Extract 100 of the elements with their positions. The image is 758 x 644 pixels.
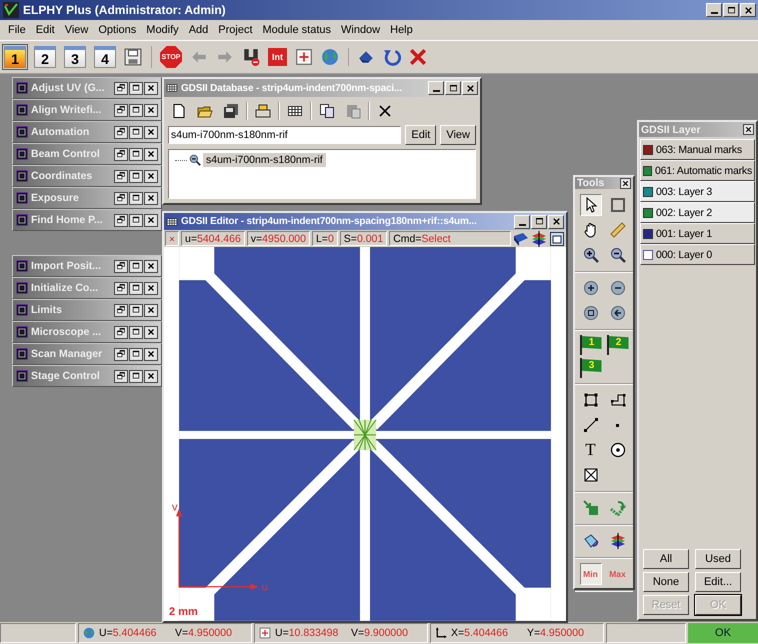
layout-button[interactable]: 1 [4,46,26,68]
text-tool[interactable]: T [580,439,602,461]
ruler-icon [610,222,626,238]
close-button[interactable] [144,148,158,160]
restore-button[interactable] [114,282,128,294]
axis-label: v [172,501,178,514]
layer-item[interactable]: 063: Manual marks [640,139,755,160]
dialog-button[interactable]: View [440,125,476,145]
close-icon [146,327,156,337]
restore-button[interactable] [114,260,128,272]
restore-button[interactable] [114,214,128,226]
maximize-button[interactable] [129,348,143,360]
menu-item[interactable]: Add [184,22,212,38]
menu-item[interactable]: Module status [258,22,335,38]
maximize-icon [131,349,141,359]
layer-item[interactable]: 061: Automatic marks [640,160,755,181]
layer-item[interactable]: 001: Layer 1 [640,223,755,244]
close-button[interactable] [144,304,158,316]
close-button[interactable] [144,214,158,226]
restore-button[interactable] [114,304,128,316]
layer-button[interactable]: None [643,572,689,592]
maximize-button[interactable] [129,326,143,338]
close-button[interactable] [144,192,158,204]
menu-item[interactable]: View [60,22,92,38]
panel-title: Align Writefi... [31,104,102,116]
menu-item[interactable]: File [4,22,30,38]
restore-button[interactable] [114,148,128,160]
layer-button[interactable]: Edit... [695,572,741,592]
maximize-button[interactable] [129,126,143,138]
menu-item[interactable]: Edit [32,22,59,38]
layer-button[interactable]: Used [695,549,741,569]
layout-button[interactable]: 3 [64,46,86,68]
close-button[interactable] [144,282,158,294]
layer-item[interactable]: 000: Layer 0 [640,244,755,265]
layer-item[interactable]: 003: Layer 3 [640,181,755,202]
close-button[interactable] [144,82,158,94]
close-button[interactable] [144,370,158,382]
close-button[interactable] [144,170,158,182]
maximize-button[interactable] [129,214,143,226]
close-icon [146,371,156,381]
tool-button[interactable] [580,194,602,216]
copy-icon [319,103,335,119]
panel-title: Initialize Co... [31,282,100,294]
layer-item[interactable]: 002: Layer 2 [640,202,755,223]
name-field[interactable]: s4um-i700nm-s180nm-rif [168,126,402,144]
close-button[interactable] [144,104,158,116]
menu-item[interactable]: Help [386,22,417,38]
close-button[interactable] [144,326,158,338]
close-button[interactable] [144,126,158,138]
restore-button[interactable] [114,104,128,116]
import-icon [582,500,598,516]
dialog-button[interactable]: Edit [405,125,436,145]
maximize-button[interactable] [129,192,143,204]
polygon-icon [610,392,626,408]
panel-title: Tools [577,177,606,189]
floppy-icon [124,48,142,66]
close-button[interactable] [144,260,158,272]
export-icon [610,500,626,516]
tree-item[interactable]: s4um-i700nm-s180nm-rif [203,153,326,167]
plus-circle-icon [582,280,598,296]
restore-button[interactable] [114,82,128,94]
maximize-button[interactable] [129,260,143,272]
maximize-button[interactable] [129,104,143,116]
int-button[interactable]: Int [268,48,287,66]
restore-button[interactable] [114,126,128,138]
close-button[interactable] [620,178,631,188]
close-button[interactable] [743,124,754,135]
coordinate-readout: V=9.900000 [351,627,409,639]
layout-button[interactable]: 4 [94,46,116,68]
table-icon [287,103,303,119]
axis-label: u [261,582,268,594]
maximize-button[interactable] [129,170,143,182]
menu-item[interactable]: Options [94,22,140,38]
minimize-icon [432,90,440,92]
layer-button[interactable]: All [643,549,689,569]
coordinate-readout: U=10.833498 [275,627,340,639]
restore-button[interactable] [114,370,128,382]
restore-button[interactable] [114,348,128,360]
maximize-button[interactable] [129,82,143,94]
close-button[interactable] [144,348,158,360]
minimize-icon [518,224,526,226]
window-icon [16,282,28,294]
maximize-icon [131,283,141,293]
maximize-button[interactable] [129,148,143,160]
close-icon [146,193,156,203]
layout-button[interactable]: 2 [34,46,56,68]
restore-button[interactable] [114,170,128,182]
maximize-button[interactable] [129,282,143,294]
window-icon [16,370,28,382]
globe-icon [321,48,339,66]
minimize-button[interactable] [706,3,722,17]
restore-icon [116,327,126,337]
menu-item[interactable]: Project [214,22,257,38]
maximize-button[interactable] [129,370,143,382]
restore-button[interactable] [114,192,128,204]
menu-item[interactable]: Window [337,22,384,38]
minimize-button[interactable] [514,214,530,229]
restore-button[interactable] [114,326,128,338]
menu-item[interactable]: Modify [142,22,183,38]
maximize-button[interactable] [129,304,143,316]
